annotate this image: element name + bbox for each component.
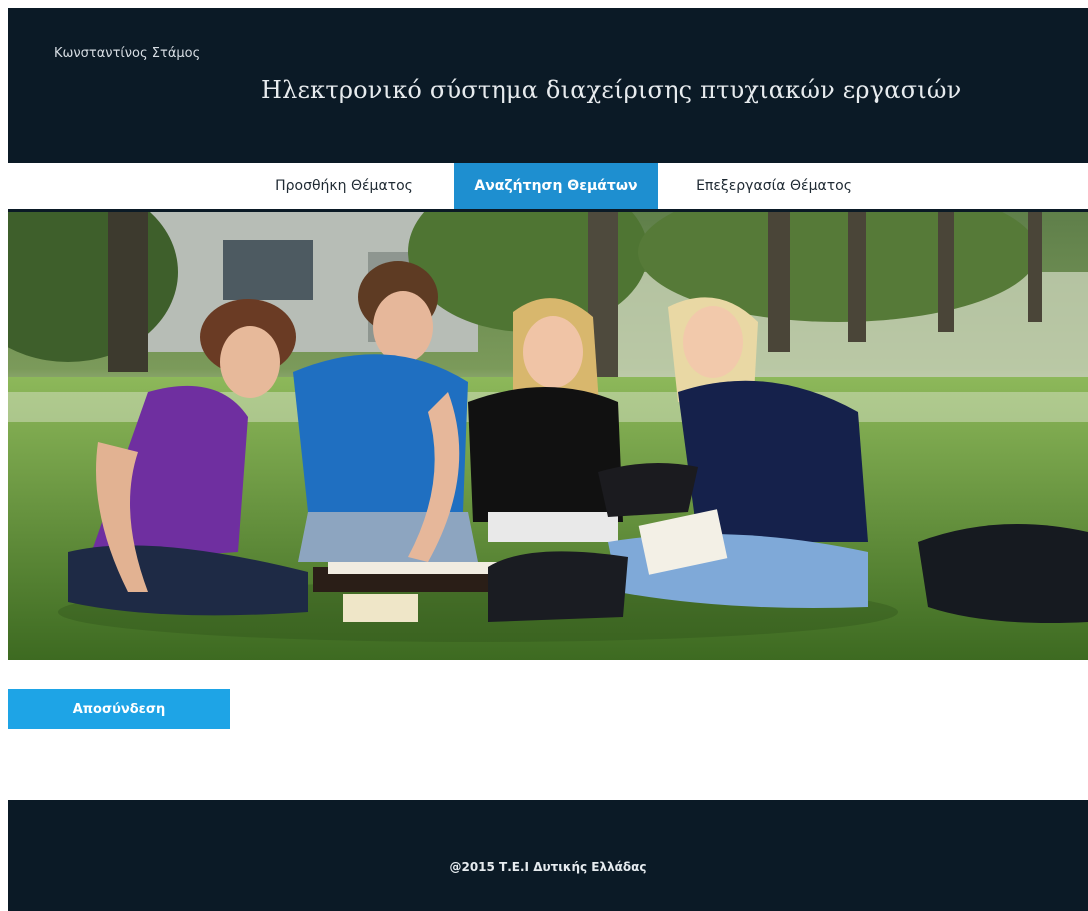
logout-button[interactable]: Αποσύνδεση — [8, 689, 230, 729]
main-nav: Προσθήκη Θέματος Αναζήτηση Θεμάτων Επεξε… — [8, 163, 1088, 212]
hero-image — [8, 212, 1088, 660]
user-name: Κωνσταντίνος Στάμος — [54, 46, 201, 61]
site-title: Ηλεκτρονικό σύστημα διαχείρισης πτυχιακώ… — [261, 76, 962, 104]
nav-item-edit-topic[interactable]: Επεξεργασία Θέματος — [660, 163, 888, 209]
students-studying-image — [8, 212, 1088, 660]
site-header: Κωνσταντίνος Στάμος Ηλεκτρονικό σύστημα … — [8, 8, 1088, 163]
nav-item-search-topics[interactable]: Αναζήτηση Θεμάτων — [454, 163, 658, 209]
site-footer: @2015 Τ.Ε.Ι Δυτικής Ελλάδας — [8, 800, 1088, 911]
footer-copyright: @2015 Τ.Ε.Ι Δυτικής Ελλάδας — [449, 860, 647, 874]
nav-item-add-topic[interactable]: Προσθήκη Θέματος — [236, 163, 452, 209]
